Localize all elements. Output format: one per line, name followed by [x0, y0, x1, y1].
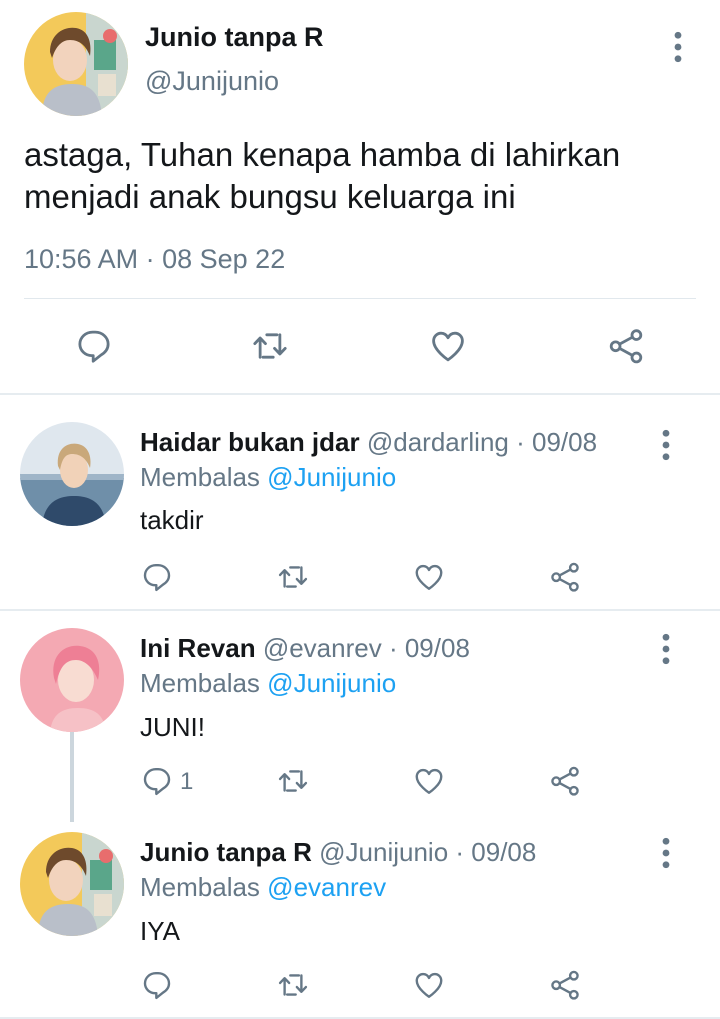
reply-text: takdir	[140, 505, 204, 535]
author-handle[interactable]: @Junijunio	[145, 66, 279, 97]
reply-count: 1	[180, 768, 194, 795]
reply-icon[interactable]	[140, 560, 174, 594]
avatar[interactable]	[20, 832, 124, 936]
author-name[interactable]: Junio tanpa R	[140, 837, 312, 867]
author-name[interactable]: Junio tanpa R	[145, 22, 324, 53]
replying-mention-link[interactable]: @evanrev	[267, 872, 386, 902]
reply-icon[interactable]	[140, 968, 174, 1002]
author-name[interactable]: Ini Revan	[140, 633, 256, 663]
like-icon[interactable]	[428, 326, 468, 366]
author-handle[interactable]: @evanrev	[263, 633, 382, 663]
like-icon[interactable]	[412, 764, 446, 798]
thread-line	[70, 732, 74, 822]
reply-icon[interactable]	[140, 764, 174, 798]
reply-tweet[interactable]: Junio tanpa R @Junijunio · 09/08 Membala…	[0, 816, 720, 1019]
retweet-icon[interactable]	[276, 764, 310, 798]
author-name[interactable]: Haidar bukan jdar	[140, 427, 360, 457]
tweet-timestamp: 10:56 AM · 08 Sep 22	[24, 244, 285, 275]
more-options-icon[interactable]	[652, 428, 680, 462]
divider	[24, 298, 696, 299]
retweet-icon[interactable]	[276, 560, 310, 594]
reply-header: Ini Revan @evanrev · 09/08	[140, 633, 470, 664]
like-icon[interactable]	[412, 560, 446, 594]
replying-to: Membalas @Junijunio	[140, 462, 396, 493]
replying-mention-link[interactable]: @Junijunio	[267, 462, 396, 492]
replying-label: Membalas	[140, 668, 260, 698]
more-options-icon[interactable]	[652, 632, 680, 666]
replying-label: Membalas	[140, 872, 260, 902]
main-tweet: Junio tanpa R @Junijunio astaga, Tuhan k…	[0, 0, 720, 394]
more-options-icon[interactable]	[652, 836, 680, 870]
retweet-icon[interactable]	[250, 326, 290, 366]
replying-to: Membalas @Junijunio	[140, 668, 396, 699]
section-divider	[0, 393, 720, 395]
tweet-time: 10:56 AM	[24, 244, 139, 274]
reply-tweet[interactable]: Haidar bukan jdar @dardarling · 09/08 Me…	[0, 396, 720, 610]
replying-label: Membalas	[140, 462, 260, 492]
replying-to: Membalas @evanrev	[140, 872, 386, 903]
share-icon[interactable]	[606, 326, 646, 366]
retweet-icon[interactable]	[276, 968, 310, 1002]
section-divider	[0, 609, 720, 611]
reply-header: Junio tanpa R @Junijunio · 09/08	[140, 837, 536, 868]
author-handle[interactable]: @dardarling	[367, 427, 509, 457]
replying-mention-link[interactable]: @Junijunio	[267, 668, 396, 698]
reply-text: IYA	[140, 916, 180, 946]
tweet-date: 08 Sep 22	[162, 244, 286, 274]
avatar[interactable]	[20, 422, 124, 526]
avatar[interactable]	[24, 12, 128, 116]
avatar[interactable]	[20, 628, 124, 732]
share-icon[interactable]	[548, 968, 582, 1002]
reply-header: Haidar bukan jdar @dardarling · 09/08	[140, 427, 597, 458]
share-icon[interactable]	[548, 560, 582, 594]
reply-tweet[interactable]: Ini Revan @evanrev · 09/08 Membalas @Jun…	[0, 612, 720, 816]
meta-separator: ·	[145, 244, 155, 274]
reply-date: · 09/08	[388, 633, 470, 663]
reply-text: JUNI!	[140, 712, 205, 742]
reply-icon[interactable]	[74, 326, 114, 366]
more-options-icon[interactable]	[664, 30, 692, 64]
reply-date: · 09/08	[455, 837, 537, 867]
like-icon[interactable]	[412, 968, 446, 1002]
tweet-text: astaga, Tuhan kenapa hamba di lahirkan m…	[24, 136, 621, 215]
share-icon[interactable]	[548, 764, 582, 798]
author-handle[interactable]: @Junijunio	[319, 837, 448, 867]
reply-date: · 09/08	[516, 427, 598, 457]
